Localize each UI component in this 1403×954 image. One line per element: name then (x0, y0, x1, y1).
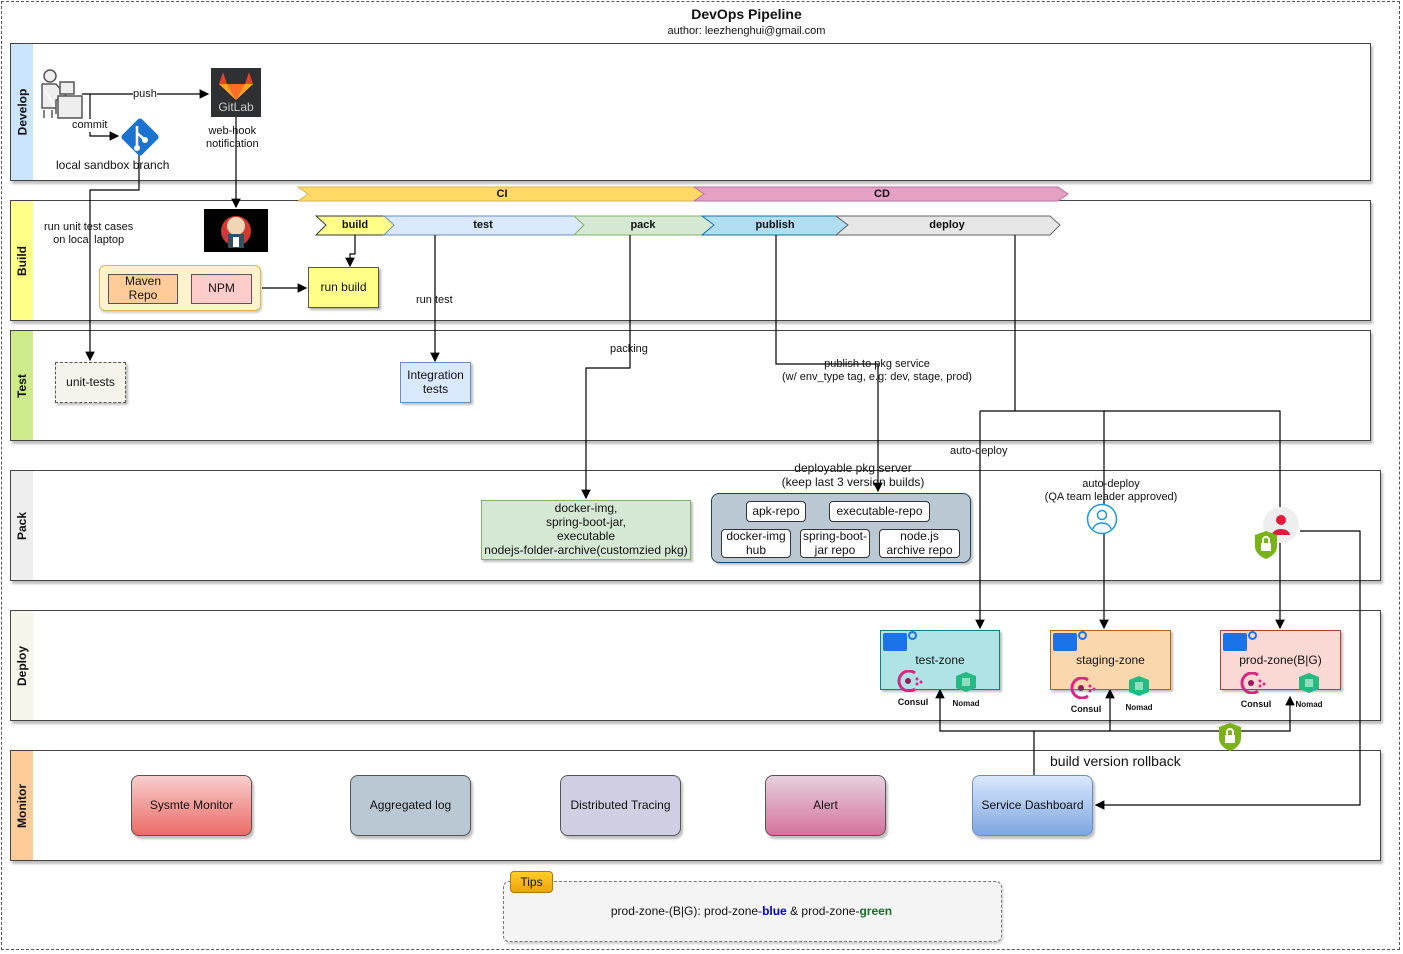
auto-deploy-label: auto-deploy (950, 445, 1008, 457)
distributed-tracing[interactable]: Distributed Tracing (560, 775, 681, 836)
zone-name: test-zone (915, 653, 965, 667)
cd-phase-label: CD (874, 188, 890, 200)
network-icon (1223, 633, 1247, 651)
network-icon (1053, 633, 1077, 651)
diagram-author: author: leezhenghui@gmail.com (667, 25, 826, 37)
gitlab-icon: GitLab (211, 68, 261, 117)
lane-label: Develop (15, 88, 29, 136)
packing-label: packing (610, 343, 648, 355)
run-test-label: run test (416, 294, 453, 306)
stage-pack[interactable]: pack (600, 215, 686, 235)
lane-header: Monitor (11, 751, 33, 860)
qa-approver-icon (1086, 503, 1118, 535)
build-artifacts[interactable]: docker-img, spring-boot-jar, executable … (481, 500, 691, 560)
apk-repo[interactable]: apk-repo (746, 501, 806, 522)
nomad-icon: Nomad (1291, 673, 1327, 709)
lane-header: Develop (11, 44, 33, 180)
nomad-label: Nomad (1125, 703, 1153, 712)
lane-label: Build (15, 245, 29, 276)
nodejs-archive-repo[interactable]: node.js archive repo (879, 529, 960, 558)
stage-build[interactable]: build (330, 215, 380, 235)
stage-test[interactable]: test (440, 215, 526, 235)
developer-icon (41, 69, 83, 119)
tips-green: green (859, 904, 893, 918)
nomad-label: Nomad (1295, 700, 1323, 709)
tips-text: prod-zone-(B|G): prod-zone-blue & prod-z… (503, 904, 1000, 918)
network-icon (883, 633, 907, 651)
service-dashboard[interactable]: Service Dashboard (972, 775, 1093, 836)
pkg-server-title: deployable pkg server (keep last 3 versi… (781, 461, 925, 490)
stage-publish[interactable]: publish (730, 215, 820, 235)
tips-blue: blue (762, 904, 787, 918)
consul-label: Consul (897, 697, 929, 707)
lane-label: Deploy (15, 645, 30, 686)
lane-header: Test (11, 331, 33, 440)
push-label: push (133, 88, 157, 102)
gear-icon (908, 631, 917, 640)
lane-test: Test (10, 330, 1371, 441)
qa-auto-deploy-label: auto-deploy (QA team leader approved) (1044, 478, 1178, 504)
rollback-label: build version rollback (1050, 753, 1181, 769)
lane-label: Monitor (15, 783, 29, 828)
nomad-icon: Nomad (948, 672, 984, 708)
gitlab-wordmark: GitLab (218, 100, 254, 114)
docker-img-hub[interactable]: docker-img hub (721, 529, 791, 558)
consul-label: Consul (1070, 704, 1102, 714)
lane-label: Test (15, 373, 30, 398)
maven-repo[interactable]: Maven Repo (108, 274, 178, 304)
lane-header: Build (11, 201, 33, 320)
aggregated-log[interactable]: Aggregated log (350, 775, 471, 836)
stage-deploy[interactable]: deploy (900, 215, 994, 235)
integration-tests[interactable]: Integration tests (400, 362, 471, 403)
commit-label: commit (72, 119, 108, 133)
consul-label: Consul (1240, 699, 1272, 709)
tips-tag: Tips (510, 871, 553, 893)
jenkins-icon (204, 209, 268, 252)
tips-middle: & prod-zone- (786, 904, 860, 918)
nomad-icon: Nomad (1121, 676, 1157, 712)
security-lock-icon (1255, 531, 1277, 559)
consul-icon: Consul (1066, 676, 1106, 714)
lane-header: Deploy (11, 611, 33, 720)
webhook-label: web-hook notification (206, 125, 259, 151)
unit-test-note: run unit test cases on local laptop (44, 221, 134, 247)
consul-icon: Consul (893, 669, 933, 707)
system-monitor[interactable]: Sysmte Monitor (131, 775, 252, 836)
alert[interactable]: Alert (765, 775, 886, 836)
spring-boot-jar-repo[interactable]: spring-boot- jar repo (800, 529, 870, 558)
lane-label: Pack (15, 511, 29, 540)
unit-tests[interactable]: unit-tests (55, 362, 126, 403)
lane-deploy: Deploy (10, 610, 1381, 721)
zone-name: prod-zone(B|G) (1239, 653, 1322, 667)
rollback-lock-icon (1219, 723, 1241, 751)
consul-icon: Consul (1236, 671, 1276, 709)
lane-header: Pack (11, 471, 33, 580)
zone-name: staging-zone (1076, 653, 1145, 667)
publish-label: publish to pkg service (w/ env_type tag,… (782, 358, 972, 384)
nomad-label: Nomad (952, 699, 980, 708)
branch-label: local sandbox branch (56, 158, 170, 172)
npm-repo[interactable]: NPM (191, 274, 252, 304)
ci-phase-label: CI (496, 188, 508, 200)
executable-repo[interactable]: executable-repo (829, 501, 930, 522)
run-build[interactable]: run build (308, 267, 379, 308)
gear-icon (1078, 631, 1087, 640)
tips-prefix: prod-zone-(B|G): prod-zone- (610, 904, 763, 918)
gear-icon (1248, 631, 1257, 640)
diagram-title: DevOps Pipeline (691, 6, 802, 22)
git-icon (121, 118, 159, 156)
